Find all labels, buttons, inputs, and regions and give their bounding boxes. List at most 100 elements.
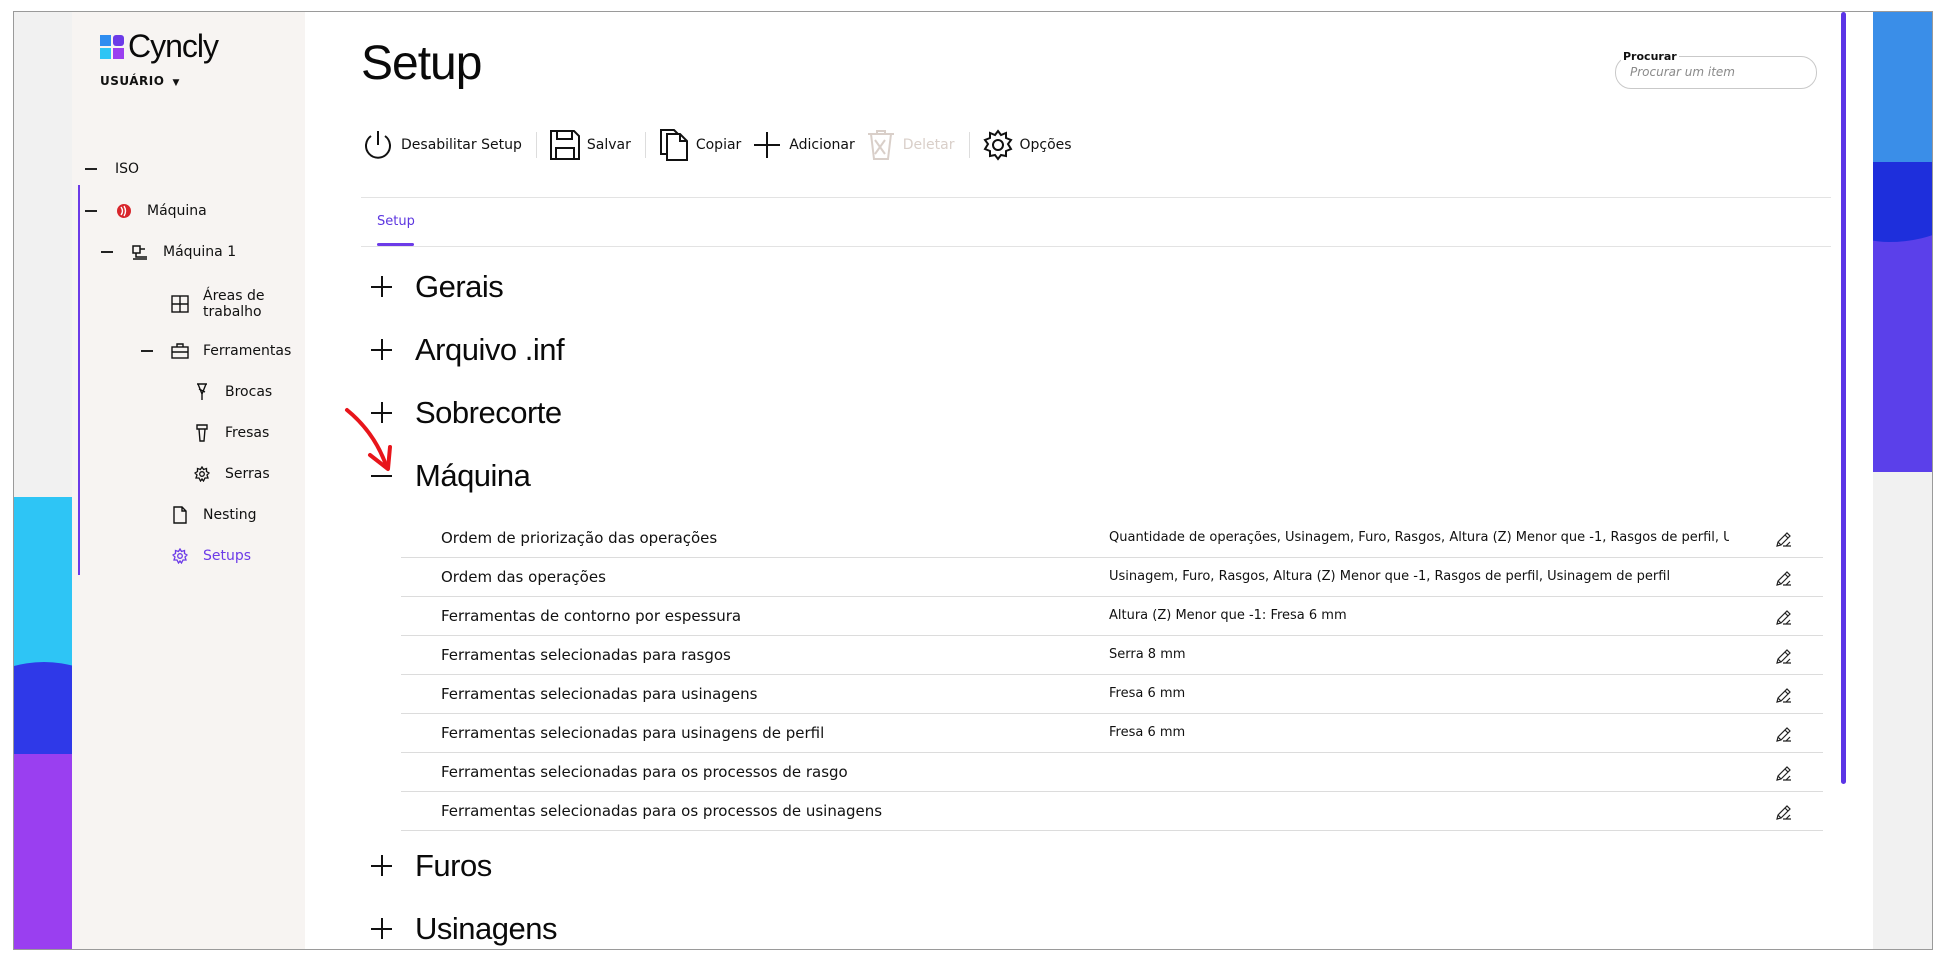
sidebar-item-maquina[interactable]: Máquina bbox=[85, 202, 207, 220]
setting-name: Ordem das operações bbox=[441, 568, 606, 586]
section-gerais[interactable]: Gerais bbox=[367, 269, 504, 305]
maquina-settings-list: Ordem de priorização das operações Quant… bbox=[401, 519, 1823, 831]
setting-value: Serra 8 mm bbox=[1109, 647, 1186, 662]
setting-value: Fresa 6 mm bbox=[1109, 725, 1186, 740]
toolbox-icon bbox=[171, 342, 189, 360]
setting-row[interactable]: Ordem de priorização das operações Quant… bbox=[401, 519, 1823, 558]
setting-name: Ferramentas de contorno por espessura bbox=[441, 607, 742, 625]
setting-row[interactable]: Ferramentas de contorno por espessura Al… bbox=[401, 597, 1823, 636]
gear-icon bbox=[171, 547, 189, 565]
add-label: Adicionar bbox=[789, 137, 855, 153]
sidebar-item-label: Setups bbox=[203, 548, 252, 564]
setting-row[interactable]: Ferramentas selecionadas para os process… bbox=[401, 792, 1823, 831]
setting-name: Ferramentas selecionadas para usinagens … bbox=[441, 724, 825, 742]
divider bbox=[361, 246, 1831, 247]
sidebar: Cyncly USUÁRIO ▼ ISO Máquina Máquina 1 Á… bbox=[72, 12, 305, 949]
section-label: Arquivo .inf bbox=[415, 332, 565, 367]
setting-row[interactable]: Ordem das operações Usinagem, Furo, Rasg… bbox=[401, 558, 1823, 597]
setting-name: Ordem de priorização das operações bbox=[441, 529, 718, 547]
drill-bit-icon bbox=[193, 383, 211, 401]
divider bbox=[361, 197, 1831, 198]
section-label: Máquina bbox=[415, 458, 531, 493]
sidebar-item-iso[interactable]: ISO bbox=[85, 161, 139, 177]
save-button[interactable]: Salvar bbox=[549, 129, 631, 161]
edit-pencil-icon[interactable] bbox=[1775, 647, 1793, 665]
app-window: Cyncly USUÁRIO ▼ ISO Máquina Máquina 1 Á… bbox=[13, 11, 1933, 950]
sidebar-item-label: Máquina 1 bbox=[163, 244, 237, 260]
edit-pencil-icon[interactable] bbox=[1775, 530, 1793, 548]
scrollbar[interactable] bbox=[1841, 12, 1846, 784]
expand-plus-icon bbox=[367, 914, 397, 944]
section-arquivo-inf[interactable]: Arquivo .inf bbox=[367, 332, 565, 368]
search-input[interactable] bbox=[1630, 65, 1800, 79]
sidebar-item-maquina-1[interactable]: Máquina 1 bbox=[101, 243, 236, 261]
section-label: Furos bbox=[415, 848, 492, 883]
document-icon bbox=[171, 506, 189, 524]
search-label: Procurar bbox=[1621, 50, 1679, 63]
collapse-dash-icon bbox=[101, 251, 113, 253]
copy-icon bbox=[659, 129, 688, 161]
save-icon bbox=[549, 130, 580, 160]
toolbar-divider bbox=[535, 132, 537, 158]
logo[interactable]: Cyncly bbox=[100, 28, 219, 65]
sidebar-item-label: Serras bbox=[225, 466, 270, 482]
sidebar-item-areas-de-trabalho[interactable]: Áreas de trabalho bbox=[171, 288, 273, 320]
main-content: Setup Procurar Desabilitar Setup Salvar … bbox=[305, 12, 1873, 949]
add-button[interactable]: Adicionar bbox=[751, 129, 855, 161]
edit-pencil-icon[interactable] bbox=[1775, 569, 1793, 587]
sidebar-item-serras[interactable]: Serras bbox=[193, 465, 270, 483]
copy-button[interactable]: Copiar bbox=[658, 128, 741, 162]
setting-row[interactable]: Ferramentas selecionadas para os process… bbox=[401, 753, 1823, 792]
trash-icon bbox=[867, 130, 894, 160]
setting-row[interactable]: Ferramentas selecionadas para usinagens … bbox=[401, 714, 1823, 753]
edit-pencil-icon[interactable] bbox=[1775, 725, 1793, 743]
sidebar-item-ferramentas[interactable]: Ferramentas bbox=[141, 342, 291, 360]
sidebar-item-label: ISO bbox=[115, 161, 140, 177]
setting-name: Ferramentas selecionadas para os process… bbox=[441, 802, 883, 820]
edit-pencil-icon[interactable] bbox=[1775, 608, 1793, 626]
sidebar-item-brocas[interactable]: Brocas bbox=[193, 383, 272, 401]
disable-setup-label: Desabilitar Setup bbox=[401, 137, 522, 153]
options-button[interactable]: Opções bbox=[982, 129, 1072, 161]
section-furos[interactable]: Furos bbox=[367, 848, 492, 884]
toolbar-divider bbox=[968, 132, 970, 158]
toolbar-divider bbox=[644, 132, 646, 158]
plus-icon bbox=[754, 132, 781, 158]
disable-setup-button[interactable]: Desabilitar Setup bbox=[361, 128, 522, 162]
logo-text: Cyncly bbox=[128, 28, 219, 64]
machine-icon bbox=[131, 243, 149, 261]
tree-line-root bbox=[78, 185, 80, 575]
caret-down-icon: ▼ bbox=[172, 78, 180, 88]
tab-setup[interactable]: Setup bbox=[377, 214, 415, 229]
setting-row[interactable]: Ferramentas selecionadas para rasgos Ser… bbox=[401, 636, 1823, 675]
sidebar-item-nesting[interactable]: Nesting bbox=[171, 506, 257, 524]
expand-plus-icon bbox=[367, 851, 397, 881]
machine-brand-icon bbox=[115, 202, 133, 220]
setting-value: Altura (Z) Menor que -1: Fresa 6 mm bbox=[1109, 608, 1347, 623]
setting-name: Ferramentas selecionadas para rasgos bbox=[441, 646, 731, 664]
delete-button[interactable]: Deletar bbox=[865, 129, 955, 161]
collapse-dash-icon bbox=[141, 350, 153, 352]
power-icon bbox=[365, 131, 391, 159]
user-menu[interactable]: USUÁRIO ▼ bbox=[100, 74, 180, 88]
copy-label: Copiar bbox=[695, 137, 742, 153]
section-label: Sobrecorte bbox=[415, 395, 562, 430]
page-title: Setup bbox=[361, 37, 482, 90]
sidebar-item-setups[interactable]: Setups bbox=[171, 547, 251, 565]
saw-gear-icon bbox=[193, 465, 211, 483]
sidebar-item-label: Áreas de trabalho bbox=[203, 288, 265, 320]
edit-pencil-icon[interactable] bbox=[1775, 803, 1793, 821]
annotation-arrow-icon bbox=[345, 408, 392, 471]
section-usinagens[interactable]: Usinagens bbox=[367, 911, 557, 947]
grid-icon bbox=[171, 295, 189, 313]
edit-pencil-icon[interactable] bbox=[1775, 686, 1793, 704]
sidebar-item-label: Fresas bbox=[225, 425, 270, 441]
sidebar-item-fresas[interactable]: Fresas bbox=[193, 424, 269, 442]
setting-row[interactable]: Ferramentas selecionadas para usinagens … bbox=[401, 675, 1823, 714]
sidebar-item-label: Ferramentas bbox=[203, 343, 292, 359]
mill-icon bbox=[193, 424, 211, 442]
user-label: USUÁRIO bbox=[100, 74, 165, 88]
setting-value: Quantidade de operações, Usinagem, Furo,… bbox=[1109, 530, 1729, 545]
edit-pencil-icon[interactable] bbox=[1775, 764, 1793, 782]
sidebar-item-label: Brocas bbox=[225, 384, 273, 400]
